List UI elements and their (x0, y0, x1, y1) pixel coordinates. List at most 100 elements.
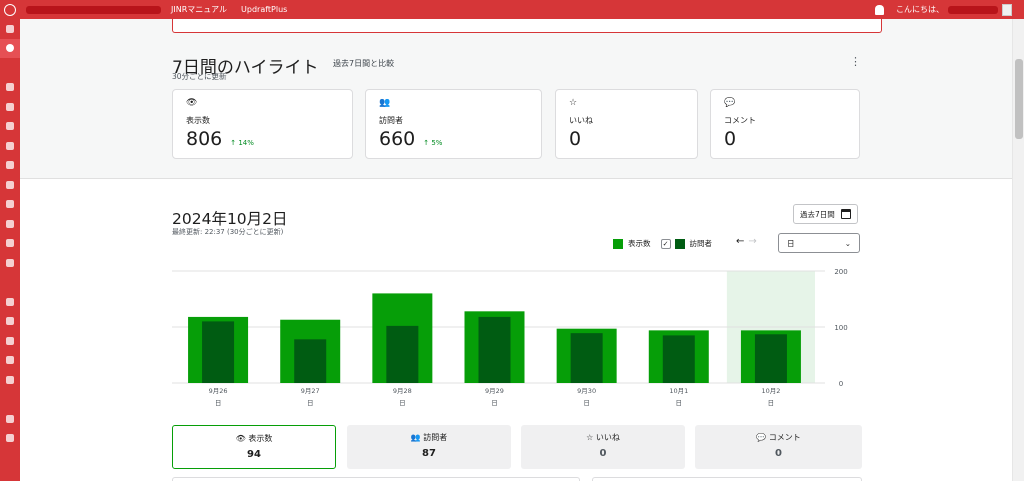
menu-forms-icon[interactable] (0, 253, 20, 273)
tab-comments[interactable]: 💬 コメント 0 (695, 425, 862, 469)
x-tick-sublabel: 日 (307, 399, 314, 407)
stats-date-title: 2024年10月2日 (172, 210, 288, 228)
period-button[interactable]: 過去7日間 (793, 204, 858, 224)
menu-blocks-icon[interactable] (0, 97, 20, 117)
greeting-text[interactable]: こんにちは、 (896, 4, 944, 15)
menu-performance-icon[interactable] (0, 409, 20, 429)
tab-likes[interactable]: ☆ いいね 0 (521, 425, 685, 469)
bar-visitors (662, 335, 695, 383)
tab-label: 表示数 (248, 434, 273, 443)
menu-jetpack-icon[interactable] (0, 38, 20, 58)
menu-spacer (0, 58, 20, 78)
y-tick-label: 0 (839, 380, 843, 388)
eye-icon: 👁 (186, 98, 198, 108)
next-arrow-icon[interactable]: → (748, 236, 756, 247)
menu-plugins-icon[interactable] (0, 312, 20, 332)
star-icon: ☆ (569, 98, 578, 108)
redacted-username (948, 5, 998, 14)
tab-label: いいね (595, 433, 620, 442)
bar-visitors (570, 333, 603, 383)
highlight-card-comments: 💬 コメント 0 (710, 89, 860, 159)
adminbar-item-jinr-manual[interactable]: JINRマニュアル (171, 4, 227, 15)
menu-mail-icon[interactable] (0, 214, 20, 234)
x-tick-label: 9月28 (393, 387, 412, 395)
menu-settings-icon[interactable] (0, 370, 20, 390)
x-tick-sublabel: 日 (215, 399, 222, 407)
avatar[interactable] (1002, 3, 1012, 16)
admin-bar: JINRマニュアル UpdraftPlus こんにちは、 (0, 0, 1024, 19)
star-icon: ☆ (586, 433, 594, 442)
menu-tools-icon[interactable] (0, 351, 20, 371)
menu-spacer (0, 390, 20, 410)
x-tick-sublabel: 日 (491, 399, 498, 407)
calendar-icon (840, 209, 851, 219)
menu-collapse-icon[interactable] (0, 429, 20, 449)
menu-list-icon[interactable] (0, 234, 20, 254)
page-scrollbar[interactable] (1012, 19, 1024, 481)
redacted-toolbar-items (26, 5, 161, 14)
highlights-compare: 過去7日間と比較 (333, 59, 395, 68)
prev-arrow-icon[interactable]: ← (736, 236, 744, 247)
tab-label: コメント (768, 433, 801, 442)
menu-spacer (0, 273, 20, 293)
card-value: 0 (569, 128, 582, 150)
menu-pages-icon[interactable] (0, 136, 20, 156)
legend-label-views: 表示数 (628, 239, 651, 248)
tab-value: 0 (599, 448, 607, 459)
more-options-icon[interactable]: ⋮ (850, 55, 861, 68)
last-updated-text: 最終更新: 22:37 (30分ごとに更新) (172, 228, 284, 236)
bar-visitors (478, 316, 511, 383)
menu-reusable-icon[interactable] (0, 156, 20, 176)
people-icon: 👥 (379, 98, 391, 108)
y-tick-label: 100 (834, 324, 847, 332)
tab-label: 訪問者 (423, 433, 448, 442)
legend-swatch-views (613, 238, 623, 249)
card-value: 0 (724, 128, 737, 150)
tab-value: 0 (775, 448, 782, 459)
period-navigation: ← → (736, 236, 757, 247)
menu-media-icon[interactable] (0, 117, 20, 137)
menu-appearance-icon[interactable] (0, 292, 20, 312)
highlight-card-views: 👁 表示数 806 ↑ 14% (172, 89, 353, 159)
highlights-subtitle: 30分ごとに更新 (172, 72, 227, 81)
unit-select[interactable]: 日 ⌄ (778, 233, 860, 253)
menu-dashboard-icon[interactable] (0, 19, 20, 39)
bottom-panel-right (592, 477, 862, 481)
menu-comments-icon[interactable] (0, 195, 20, 215)
highlight-card-likes: ☆ いいね 0 (555, 89, 698, 159)
x-tick-sublabel: 日 (676, 399, 683, 407)
unit-select-value: 日 (787, 238, 795, 248)
tab-views[interactable]: 👁 表示数 94 (172, 425, 336, 469)
x-tick-label: 9月30 (577, 387, 596, 395)
visitors-checkbox[interactable]: ✓ (660, 238, 671, 249)
comment-icon: 💬 (756, 433, 767, 442)
menu-users-icon[interactable] (0, 331, 20, 351)
stat-tabs: 👁 表示数 94 👥 訪問者 87 ☆ いいね 0 💬 コメント 0 (172, 425, 862, 471)
x-tick-label: 10月1 (669, 387, 688, 395)
x-tick-label: 9月27 (301, 387, 320, 395)
notification-bell-icon[interactable] (875, 4, 884, 15)
legend-swatch-visitors (674, 238, 685, 249)
x-tick-label: 10月2 (761, 387, 780, 395)
bar-chart: 0 100 200 9月26 日 9月27 日 9月28 日 9月29 日 9月30 日 10月1 日 10月… (172, 261, 862, 411)
scrollbar-thumb[interactable] (1015, 59, 1023, 139)
x-tick-label: 9月29 (485, 387, 504, 395)
highlight-card-visitors: 👥 訪問者 660 ↑ 5% (365, 89, 542, 159)
chevron-down-icon: ⌄ (844, 238, 851, 248)
x-tick-sublabel: 日 (583, 399, 590, 407)
card-label: 訪問者 (379, 116, 403, 125)
bar-visitors (386, 325, 419, 383)
notice-box (172, 19, 882, 33)
x-tick-sublabel: 日 (399, 399, 406, 407)
menu-feedback-icon[interactable] (0, 175, 20, 195)
card-label: 表示数 (186, 116, 210, 125)
card-value: 806 (186, 128, 223, 150)
wordpress-logo-icon[interactable] (0, 0, 20, 19)
comment-icon: 💬 (724, 98, 736, 108)
x-tick-sublabel: 日 (768, 399, 775, 407)
menu-posts-icon[interactable] (0, 78, 20, 98)
bottom-panel-left (172, 477, 580, 481)
bar-visitors (754, 334, 787, 383)
tab-visitors[interactable]: 👥 訪問者 87 (347, 425, 511, 469)
adminbar-item-updraftplus[interactable]: UpdraftPlus (241, 5, 287, 14)
